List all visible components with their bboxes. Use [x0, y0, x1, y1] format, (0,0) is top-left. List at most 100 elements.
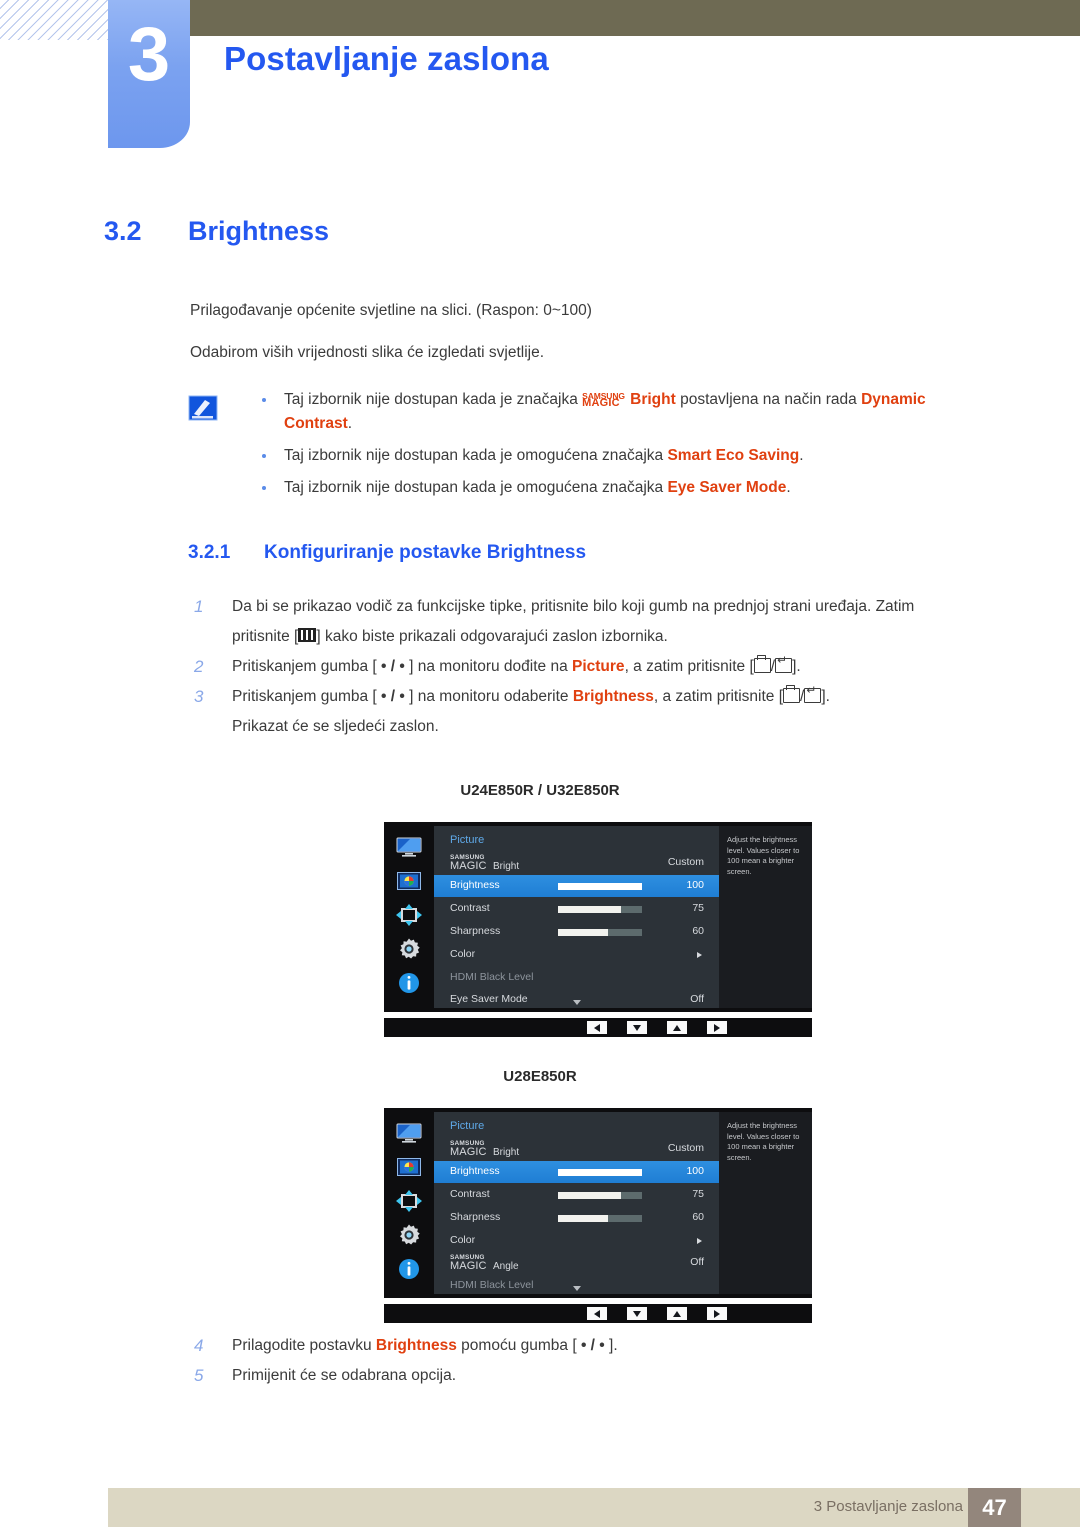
nav-up-button[interactable] — [667, 1307, 687, 1320]
header-olive-bar — [190, 0, 1080, 36]
osd-nav-bar — [384, 1304, 812, 1323]
down-arrow-icon — [633, 1310, 641, 1317]
osd-row-value: Custom — [667, 1142, 704, 1154]
osd-row-magicbright[interactable]: SAMSUNG MAGIC Bright Custom — [434, 852, 719, 874]
information-icon[interactable] — [394, 971, 424, 995]
nav-left-button[interactable] — [587, 1307, 607, 1320]
step-number: 3 — [194, 687, 204, 706]
note-list: Taj izbornik nije dostupan kada je znača… — [248, 388, 998, 508]
osd-row-label: Eye Saver Mode — [450, 993, 528, 1005]
note-item: Taj izbornik nije dostupan kada je omogu… — [248, 476, 998, 500]
up-arrow-icon — [673, 1310, 681, 1317]
note-highlight: Eye Saver Mode — [667, 479, 787, 496]
intro-paragraph-1: Prilagođavanje općenite svjetline na sli… — [190, 302, 592, 319]
dot-separator: / — [386, 658, 400, 675]
osd-sidebar — [384, 1108, 434, 1298]
sharpness-slider[interactable] — [558, 929, 642, 936]
dot-separator: / — [586, 1337, 600, 1354]
osd-row-contrast[interactable]: Contrast 75 — [434, 1184, 719, 1206]
contrast-slider[interactable] — [558, 1192, 642, 1199]
step-number: 4 — [194, 1336, 204, 1355]
right-arrow-icon — [714, 1309, 720, 1318]
samsung-magic-logo: SAMSUNG MAGIC Bright — [450, 1139, 570, 1159]
steps-list-bottom: 4 Prilagodite postavku Brightness pomoću… — [188, 1331, 1018, 1391]
osd-row-label: Color — [450, 1234, 476, 1246]
step-text-b: pomoću gumba [ — [456, 1337, 581, 1354]
monitor-icon[interactable] — [394, 1121, 424, 1145]
osd-row-value: 75 — [692, 902, 704, 914]
chapter-number: 3 — [127, 12, 171, 97]
onscreen-display-icon[interactable] — [394, 903, 424, 927]
osd-row-value: 100 — [686, 1165, 704, 1177]
brightness-slider[interactable] — [558, 883, 642, 890]
picture-icon[interactable] — [394, 869, 424, 893]
nav-up-button[interactable] — [667, 1021, 687, 1034]
dot-separator: / — [386, 688, 400, 705]
enter-key-icon — [804, 684, 822, 703]
step-text-c: , a zatim pritisnite [ — [653, 688, 784, 705]
step-text-c: , a zatim pritisnite [ — [624, 658, 754, 675]
note-text-pre: Taj izbornik nije dostupan kada je znača… — [284, 391, 583, 408]
right-arrow-icon — [714, 1023, 720, 1032]
chapter-title: Postavljanje zaslona — [224, 40, 549, 77]
osd-row-value: 100 — [686, 879, 704, 891]
step-highlight: Picture — [572, 658, 625, 675]
step-item: 3 Pritiskanjem gumba [ • / • ] na monito… — [188, 682, 1018, 712]
information-icon[interactable] — [394, 1257, 424, 1281]
osd-row-brightness[interactable]: Brightness 100 — [434, 1161, 719, 1183]
step-text-a: Pritiskanjem gumba [ — [232, 658, 382, 675]
brightness-slider[interactable] — [558, 1169, 642, 1176]
osd-help-text: Adjust the brightness level. Values clos… — [719, 1112, 812, 1294]
scroll-down-icon[interactable] — [573, 1000, 581, 1005]
scroll-down-icon[interactable] — [573, 1286, 581, 1291]
osd-help-text: Adjust the brightness level. Values clos… — [719, 826, 812, 1008]
osd-row-magicangle[interactable]: SAMSUNG MAGIC Angle Off — [434, 1252, 719, 1274]
osd-row-sharpness[interactable]: Sharpness 60 — [434, 1207, 719, 1229]
magic-logo-suffix: Bright — [493, 861, 520, 872]
step-item: 2 Pritiskanjem gumba [ • / • ] na monito… — [188, 652, 1018, 682]
system-gear-icon[interactable] — [394, 1223, 424, 1247]
osd-row-color[interactable]: Color — [434, 944, 719, 966]
osd-row-brightness[interactable]: Brightness 100 — [434, 875, 719, 897]
osd-row-label: HDMI Black Level — [450, 971, 534, 983]
samsung-magic-logo: SAMSUNG MAGIC — [582, 388, 630, 409]
osd-row-color[interactable]: Color — [434, 1230, 719, 1252]
note-text-post: . — [799, 447, 804, 464]
system-gear-icon[interactable] — [394, 937, 424, 961]
osd-sidebar — [384, 822, 434, 1012]
nav-right-button[interactable] — [707, 1021, 727, 1034]
osd-screenshot-2: Picture SAMSUNG MAGIC Bright Custom Brig… — [384, 1108, 812, 1323]
osd-row-value: Custom — [667, 856, 704, 868]
osd-menu-title: Picture — [450, 1120, 485, 1132]
nav-down-button[interactable] — [627, 1021, 647, 1034]
osd-row-magicbright[interactable]: SAMSUNG MAGIC Bright Custom — [434, 1138, 719, 1160]
picture-icon[interactable] — [394, 1155, 424, 1179]
osd-row-value: 60 — [692, 925, 704, 937]
osd-row-label: Brightness — [450, 1165, 500, 1177]
osd-row-label: Sharpness — [450, 1211, 501, 1223]
steps-list-top: 1 Da bi se prikazao vodič za funkcijske … — [188, 592, 1018, 742]
osd-row-sharpness[interactable]: Sharpness 60 — [434, 921, 719, 943]
nav-right-button[interactable] — [707, 1307, 727, 1320]
monitor-icon[interactable] — [394, 835, 424, 859]
note-pencil-icon — [188, 395, 218, 421]
step-number: 2 — [194, 657, 204, 676]
magic-logo-big: MAGIC — [450, 1260, 487, 1272]
osd-row-label: HDMI Black Level — [450, 1279, 534, 1291]
contrast-slider[interactable] — [558, 906, 642, 913]
hatch-decoration — [0, 0, 108, 40]
step-highlight: Brightness — [375, 1337, 457, 1354]
osd-screenshot-1: Picture SAMSUNG MAGIC Bright Custom Brig… — [384, 822, 812, 1037]
nav-down-button[interactable] — [627, 1307, 647, 1320]
note-text-post: . — [347, 415, 353, 432]
onscreen-display-icon[interactable] — [394, 1189, 424, 1213]
note-highlight: Smart Eco Saving — [667, 447, 800, 464]
note-text-mid: postavljena na način rada — [675, 391, 862, 408]
osd-row-label: Contrast — [450, 1188, 490, 1200]
sharpness-slider[interactable] — [558, 1215, 642, 1222]
osd-row-contrast[interactable]: Contrast 75 — [434, 898, 719, 920]
note-item: Taj izbornik nije dostupan kada je omogu… — [248, 444, 998, 468]
step-text-b: ] na monitoru dođite na — [404, 658, 572, 675]
osd-row-value: 75 — [692, 1188, 704, 1200]
nav-left-button[interactable] — [587, 1021, 607, 1034]
